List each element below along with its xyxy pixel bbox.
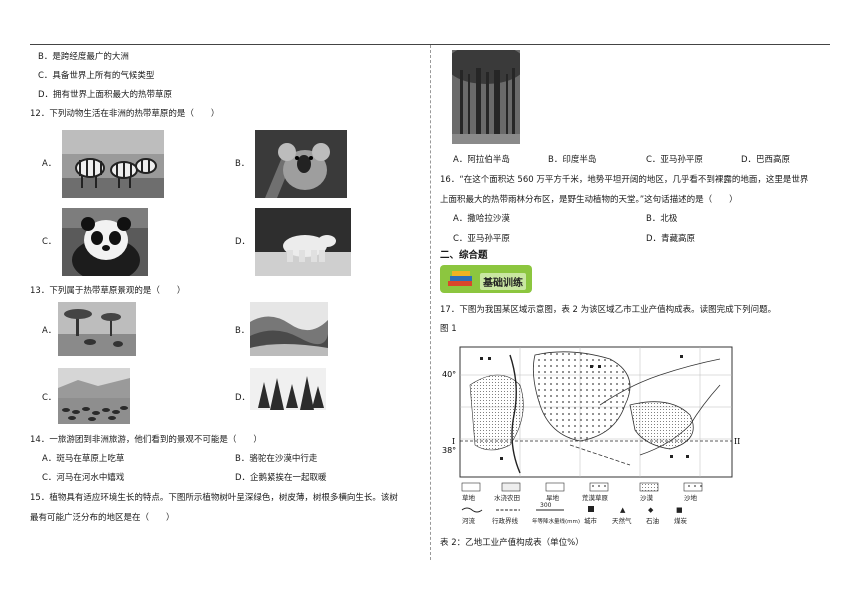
region-map: 40° 38° I II 草地 水浇农田 旱地 荒漠草原 沙漠 沙地 300 ▲… xyxy=(440,345,740,530)
legend-12: 石油 xyxy=(646,516,659,525)
column-divider xyxy=(430,45,431,560)
q12-label-b: B． xyxy=(235,159,250,169)
badge-label: 基础训练 xyxy=(480,273,526,290)
q13-label-b: B． xyxy=(235,326,250,336)
table-caption: 表 2：乙地工业产值构成表（单位%） xyxy=(440,538,584,548)
q15-stem-line1: 15．植物具有适应环境生长的特点。下图所示植物树叶呈深绿色，树皮薄，树根多横向生… xyxy=(30,493,398,503)
figure-label: 图 1 xyxy=(440,324,457,334)
panda-photo xyxy=(62,208,148,276)
herd-photo xyxy=(58,368,130,424)
legend-4: 荒漠草原 xyxy=(582,493,609,502)
q15-stem-line2: 最有可能广泛分布的地区是在（ ） xyxy=(30,513,175,523)
q12-label-a: A． xyxy=(42,159,57,169)
q16-option-d: D．青藏高原 xyxy=(646,234,696,244)
q14-option-a: A．斑马在草原上吃草 xyxy=(42,454,125,464)
q16-stem-line1: 16．“在这个面积达 560 万平方千米，地势平坦开阔的地区，几乎看不到裸露的地… xyxy=(440,175,809,185)
books-icon xyxy=(446,269,476,292)
q13-stem: 13．下列属于热带草原景观的是（ ） xyxy=(30,286,186,296)
legend-5: 沙漠 xyxy=(640,493,654,502)
legend-8: 行政界线 xyxy=(492,516,519,525)
rainforest-tree-photo xyxy=(452,50,520,144)
q16-option-b: B．北极 xyxy=(646,214,678,224)
legend-3: 旱地 xyxy=(546,493,560,502)
q16-option-c: C．亚马孙平原 xyxy=(453,234,510,244)
section-title: 二、综合题 xyxy=(440,250,488,261)
q15-option-d: D．巴西高原 xyxy=(741,155,791,165)
q12-label-d: D． xyxy=(235,237,251,247)
legend-6: 沙地 xyxy=(684,493,698,502)
q13-label-d: D． xyxy=(235,393,251,403)
q13-label-c: C． xyxy=(42,393,57,403)
q14-stem: 14．一旅游团到非洲旅游，他们看到的景观不可能是（ ） xyxy=(30,435,262,445)
q12-stem: 12．下列动物生活在非洲的热带草原的是（ ） xyxy=(30,109,220,119)
q11-option-b: B．是跨经度最广的大洲 xyxy=(38,52,129,62)
zebra-photo xyxy=(62,130,164,198)
q15-option-a: A．阿拉伯半岛 xyxy=(453,155,510,165)
q15-option-c: C．亚马孙平原 xyxy=(646,155,703,165)
roman-left: I xyxy=(452,437,455,446)
isohyet-label: 300 xyxy=(540,502,552,509)
q11-option-c: C．具备世界上所有的气候类型 xyxy=(38,71,155,81)
q11-option-d: D．拥有世界上面积最大的热带草原 xyxy=(38,90,173,100)
polar-bear-photo xyxy=(255,208,351,276)
legend-7: 河流 xyxy=(462,516,476,525)
koala-photo xyxy=(255,130,347,198)
desert-photo xyxy=(250,302,328,356)
legend-2: 水浇农田 xyxy=(494,493,520,502)
roman-right: II xyxy=(734,437,740,446)
q16-option-a: A．撒哈拉沙漠 xyxy=(453,214,510,224)
legend-9: 年等降水量线(mm) xyxy=(532,517,580,525)
legend-13: 煤炭 xyxy=(674,516,688,525)
q14-option-b: B．骆驼在沙漠中行走 xyxy=(235,454,318,464)
practice-badge: 基础训练 xyxy=(440,265,532,293)
q15-option-b: B．印度半岛 xyxy=(548,155,597,165)
savanna-photo xyxy=(58,302,136,356)
q13-label-a: A． xyxy=(42,326,57,336)
q16-stem-line2: 上面积最大的热带雨林分布区，是野生动植物的天堂。”这句话描述的是（ ） xyxy=(440,195,738,205)
legend-1: 草地 xyxy=(462,493,476,502)
q12-label-c: C． xyxy=(42,237,57,247)
snow-forest-photo xyxy=(250,368,326,424)
svg-text:▲: ▲ xyxy=(620,506,626,514)
lat-bottom: 38° xyxy=(442,446,456,455)
legend-10: 城市 xyxy=(584,516,598,525)
lat-top: 40° xyxy=(442,370,456,379)
svg-text:◆: ◆ xyxy=(648,506,654,514)
q17-stem: 17．下图为我国某区域示意图，表 2 为该区域乙市工业产值构成表。读图完成下列问… xyxy=(440,305,777,315)
svg-text:■: ■ xyxy=(676,506,683,514)
legend-11: 天然气 xyxy=(612,516,632,525)
q14-option-c: C．河马在河水中嬉戏 xyxy=(42,473,125,483)
q14-option-d: D．企鹅紧挨在一起取暖 xyxy=(235,473,327,483)
